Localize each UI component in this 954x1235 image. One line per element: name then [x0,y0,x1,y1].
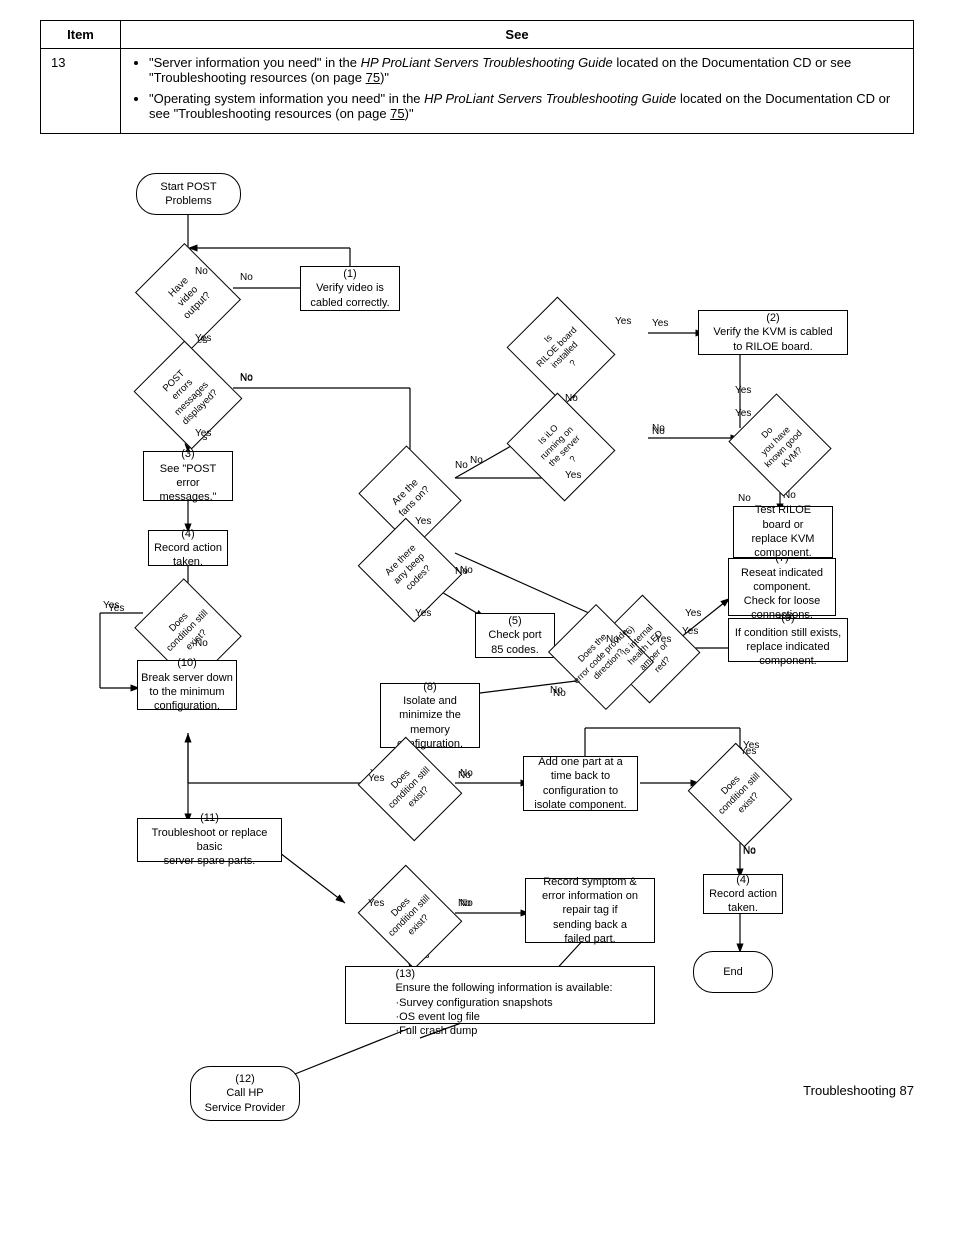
label-no-ilo: No [652,426,665,437]
isolate-rect: (8)Isolate andminimize thememoryconfigur… [380,683,480,748]
see-post-rect: (3)See "POSTerrormessages." [143,451,233,501]
table-bullet-1: "Server information you need" in the HP … [149,55,903,85]
verify-video-rect: (1)Verify video iscabled correctly. [300,266,400,311]
end-oval: End [693,951,773,993]
table-bullet-2: "Operating system information you need" … [149,91,903,121]
label-no-cond-d: No [743,846,756,857]
label-no-fans: No [455,460,468,471]
label-no-kvm: No [738,493,751,504]
label-yes-beep: Yes [415,608,431,619]
post-errors-diamond: POSTerrorsmessagesdisplayed? [140,354,235,436]
beep-codes-diamond: Are thereany beepcodes? [363,531,456,609]
check-port-rect: (5)Check port85 codes. [475,613,555,658]
label-yes-see: Yes [195,428,211,439]
footer-text: Troubleshooting 87 [803,1083,914,1098]
test-riloe-rect: Test RILOEboard orreplace KVMcomponent. [733,506,833,558]
label-no-err: No [553,688,566,699]
label-yes-riloe: Yes [615,316,631,327]
label-yes-kvm: Yes [735,408,751,419]
label-no-beep: No [455,566,468,577]
flowchart: No Yes No Yes No Yes [40,158,914,1098]
does-condition-c-diamond: Doescondition stillexist? [363,878,456,956]
page-footer: Troubleshooting 87 [803,1083,914,1098]
table-row-content: "Server information you need" in the HP … [121,49,914,134]
label-yes-cond-c: Yes [368,898,384,909]
start-node: Start POSTProblems [136,173,241,215]
reseat-rect: (7)Reseat indicatedcomponent.Check for l… [728,558,836,616]
svg-text:Yes: Yes [735,385,751,396]
troubleshoot-rect: (11)Troubleshoot or replace basicserver … [137,818,282,862]
svg-text:Yes: Yes [652,318,668,329]
record-symptom-rect: Record symptom &error information onrepa… [525,878,655,943]
does-condition-d-diamond: Doescondition stillexist? [693,756,786,834]
break-server-rect: (10)Break server downto the minimumconfi… [137,660,237,710]
verify-kvm-rect: (2)Verify the KVM is cabledto RILOE boar… [698,310,848,355]
does-condition-b-diamond: Doescondition stillexist? [363,750,456,828]
table-row-item: 13 [41,49,121,134]
svg-text:No: No [240,272,253,283]
replace-rect: (9)If condition still exists,replace ind… [728,618,848,662]
table-header-see: See [121,21,914,49]
svg-text:No: No [470,455,483,466]
table-header-item: Item [41,21,121,49]
is-riloe-diamond: IsRILOE boardinstalled? [513,310,608,392]
add-part-rect: Add one part at atime back toconfigurati… [523,756,638,811]
record-action-4a-rect: (4)Record actiontaken. [148,530,228,566]
label-no-cond-b: No [458,770,471,781]
page-container: Item See 13 "Server information you need… [0,0,954,1118]
call-hp-oval: (12)Call HPService Provider [190,1066,300,1121]
is-ilo-diamond: Is iLOrunning onthe server? [513,406,608,488]
have-video-diamond: Havevideooutput? [143,256,233,336]
label-no-post: No [240,373,253,384]
label-no-cond-c: No [458,898,471,909]
label-yes-cond-b: Yes [368,773,384,784]
info-table: Item See 13 "Server information you need… [40,20,914,134]
record-action-4b-rect: (4)Record actiontaken. [703,874,783,914]
label-yes-cond: Yes [108,603,124,614]
ensure-info-rect: (13)Ensure the following information is … [345,966,655,1024]
